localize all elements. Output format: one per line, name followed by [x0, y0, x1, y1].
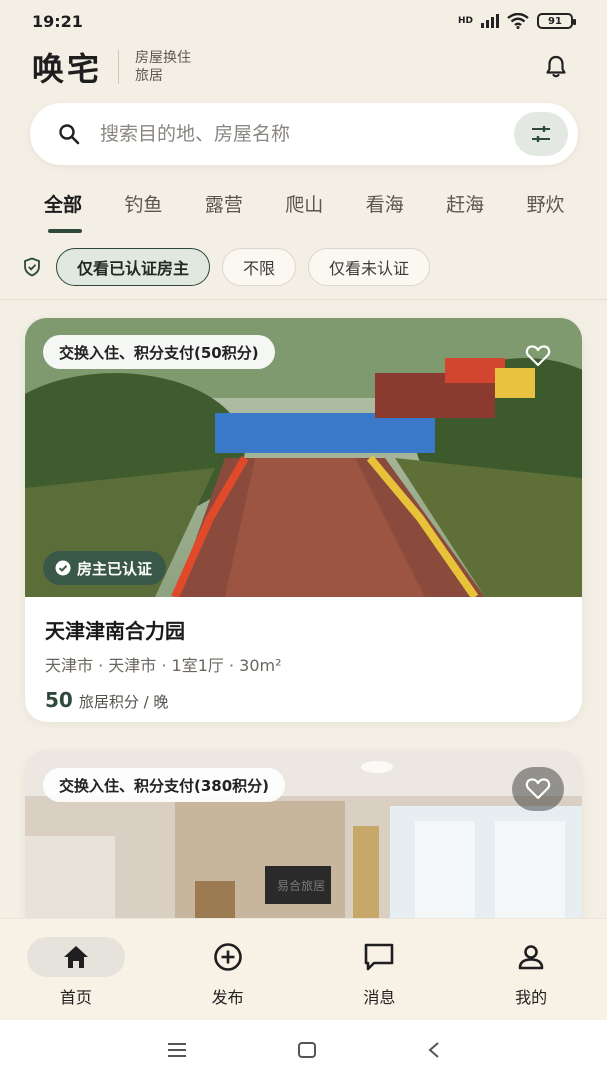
search-bar[interactable] — [30, 103, 578, 165]
network-type-label: HD — [457, 16, 473, 26]
system-navigation-bar — [0, 1020, 607, 1080]
favorite-button[interactable] — [512, 334, 564, 378]
tab-picnic[interactable]: 野炊 — [527, 190, 607, 236]
nav-messages-pill — [330, 937, 428, 977]
tagline-line2: 旅居 — [135, 68, 164, 84]
app-header: 唤宅 房屋换住 旅居 — [32, 46, 577, 88]
nav-messages-label: 消息 — [363, 988, 396, 1007]
heart-icon — [525, 778, 551, 800]
host-verify-filter: 仅看已认证房主 不限 仅看未认证 — [22, 247, 442, 287]
shield-check-icon — [24, 257, 40, 277]
host-verified-badge: 房主已认证 — [43, 551, 167, 585]
price-unit: 旅居积分 / 晚 — [78, 693, 169, 711]
sliders-icon — [532, 126, 550, 142]
category-tabs: 全部 钓鱼 露营 爬山 看海 赶海 野炊 — [44, 190, 607, 236]
status-icons: HD 91 — [457, 13, 576, 29]
listing-details: 天津市 · 天津市 · 1室1厅 · 30m² — [45, 656, 282, 675]
tab-camping[interactable]: 露营 — [205, 190, 285, 236]
battery-icon: 91 — [537, 13, 576, 29]
notification-bell-icon[interactable] — [543, 54, 569, 80]
heart-icon — [525, 345, 551, 367]
home-icon — [63, 946, 88, 968]
nav-profile[interactable]: 我的 — [481, 937, 581, 1008]
listing-price: 50 旅居积分 / 晚 — [45, 688, 562, 712]
verified-label: 房主已认证 — [77, 559, 153, 578]
filter-button[interactable] — [514, 112, 568, 156]
listing-card[interactable]: 交换入住、积分支付(50积分) 房主已认证 天津津南合力园 天津市 · 天津市 … — [25, 318, 582, 722]
nav-publish-label: 发布 — [211, 988, 244, 1007]
app-tagline: 房屋换住 旅居 — [135, 49, 191, 85]
search-icon — [59, 124, 80, 145]
tagline-line1: 房屋换住 — [135, 50, 192, 66]
battery-level: 91 — [548, 15, 562, 27]
nav-home-pill — [26, 937, 125, 977]
tab-beachcombing[interactable]: 赶海 — [446, 190, 526, 236]
verified-check-icon — [55, 560, 71, 576]
nav-messages[interactable]: 消息 — [329, 937, 429, 1008]
search-input[interactable] — [100, 123, 480, 145]
listing-photo: 交换入住、积分支付(50积分) 房主已认证 — [25, 318, 582, 597]
bottom-navigation: 首页 发布 消息 我的 — [0, 918, 607, 1020]
chip-any[interactable]: 不限 — [222, 248, 297, 286]
nav-publish[interactable]: 发布 — [178, 937, 278, 1008]
logo-divider — [118, 50, 120, 84]
chip-unverified-only[interactable]: 仅看未认证 — [308, 248, 431, 286]
tab-hiking[interactable]: 爬山 — [285, 190, 365, 236]
signal-icon — [481, 14, 499, 28]
nav-profile-label: 我的 — [515, 988, 548, 1007]
tab-sea-view[interactable]: 看海 — [366, 190, 446, 236]
price-value: 50 — [45, 688, 73, 712]
nav-profile-pill — [482, 937, 580, 977]
chip-verified-only[interactable]: 仅看已认证房主 — [56, 248, 211, 286]
exchange-badge: 交换入住、积分支付(380积分) — [43, 768, 286, 802]
back-icon[interactable] — [427, 1041, 441, 1059]
profile-icon — [518, 945, 544, 970]
status-bar: 19:21 HD 91 — [0, 0, 607, 42]
nav-home[interactable]: 首页 — [26, 937, 126, 1008]
tab-all[interactable]: 全部 — [44, 190, 124, 236]
favorite-button[interactable] — [512, 767, 564, 811]
tv-watermark: 易合旅居 — [277, 878, 325, 893]
home-square-icon[interactable] — [297, 1041, 317, 1059]
message-icon — [365, 943, 394, 971]
exchange-badge: 交换入住、积分支付(50积分) — [43, 335, 275, 369]
section-divider — [0, 299, 607, 300]
app-logo: 唤宅 — [32, 50, 103, 88]
wifi-icon — [507, 13, 529, 29]
nav-publish-pill — [179, 937, 277, 977]
nav-home-label: 首页 — [59, 988, 92, 1007]
menu-icon[interactable] — [167, 1042, 187, 1058]
add-circle-icon — [213, 943, 242, 971]
status-time: 19:21 — [32, 11, 83, 31]
listing-info: 天津津南合力园 天津市 · 天津市 · 1室1厅 · 30m² 50 旅居积分 /… — [25, 597, 582, 722]
listing-title: 天津津南合力园 — [45, 619, 185, 643]
tab-fishing[interactable]: 钓鱼 — [124, 190, 204, 236]
